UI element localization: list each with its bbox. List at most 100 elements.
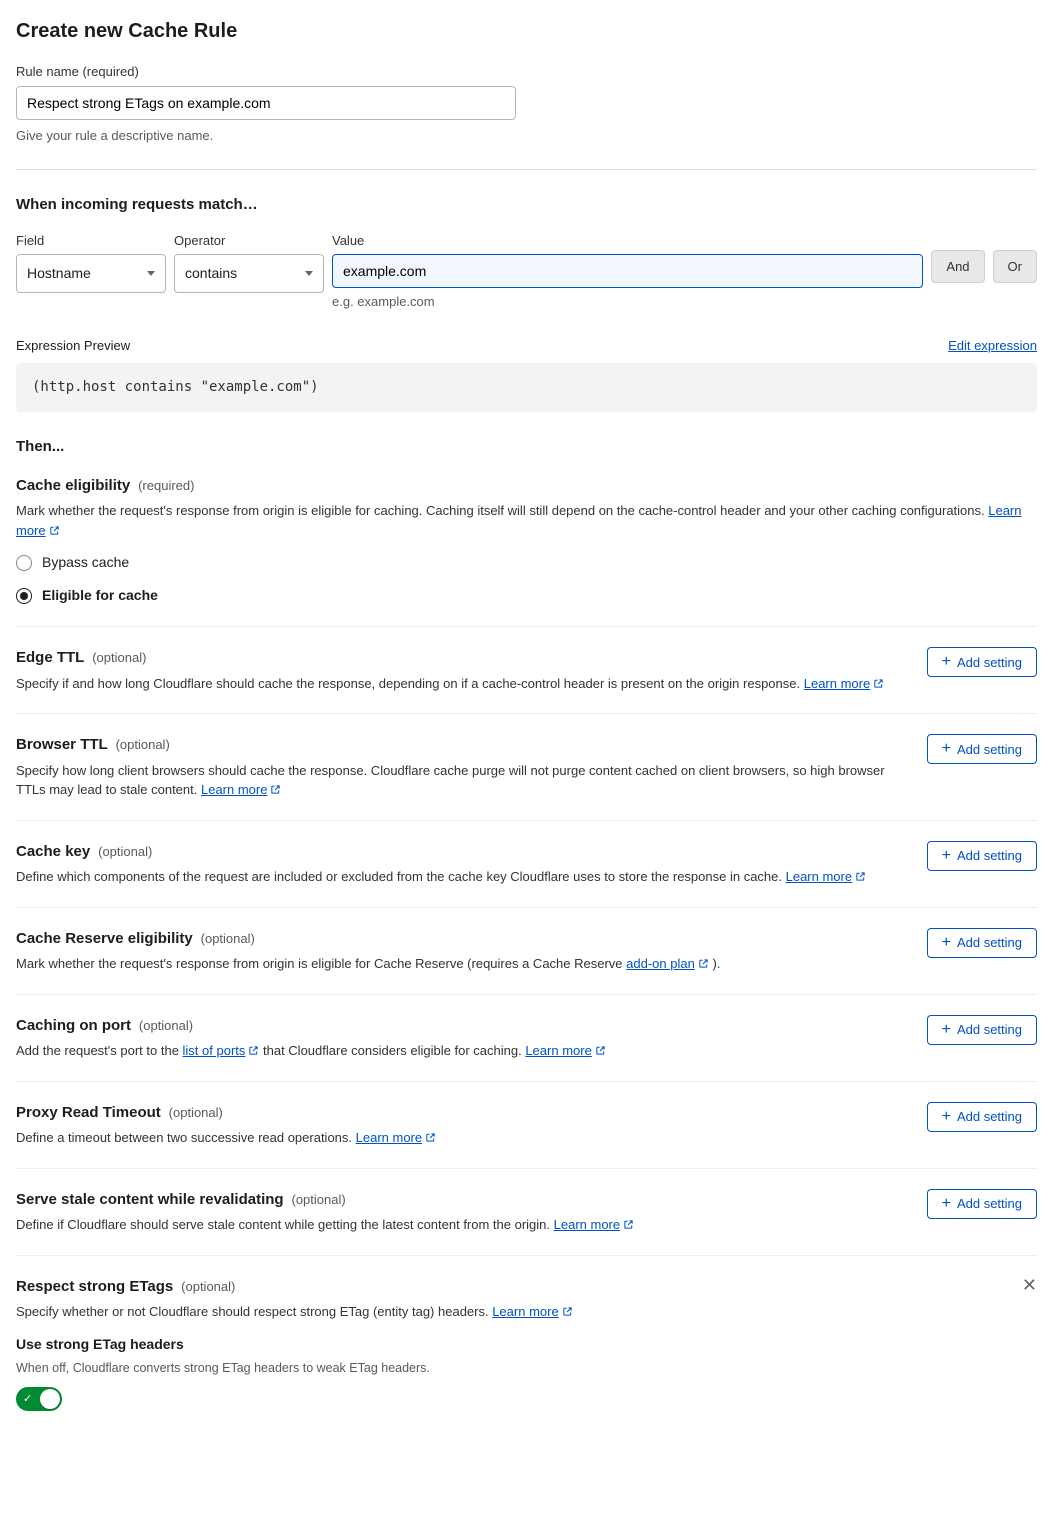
add-setting-button[interactable]: +Add setting: [927, 1102, 1037, 1132]
divider: [16, 626, 1037, 627]
browser-ttl-title: Browser TTL: [16, 736, 108, 753]
serve-stale-desc: Define if Cloudflare should serve stale …: [16, 1215, 911, 1235]
serve-stale-title: Serve stale content while revalidating: [16, 1191, 284, 1208]
divider: [16, 713, 1037, 714]
browser-ttl-desc: Specify how long client browsers should …: [16, 761, 911, 800]
match-heading: When incoming requests match…: [16, 194, 1037, 217]
add-setting-button[interactable]: +Add setting: [927, 841, 1037, 871]
edge-ttl-desc: Specify if and how long Cloudflare shoul…: [16, 674, 911, 694]
learn-more-link[interactable]: Learn more: [554, 1217, 634, 1232]
and-button[interactable]: And: [931, 250, 984, 283]
plus-icon: +: [942, 1022, 951, 1038]
radio-icon: [16, 588, 32, 604]
learn-more-link[interactable]: Learn more: [525, 1043, 605, 1058]
page-title: Create new Cache Rule: [16, 16, 1037, 46]
external-link-icon: [49, 525, 60, 536]
operator-select-value: contains: [185, 263, 237, 284]
edge-ttl-tag: (optional): [92, 650, 146, 665]
caching-port-tag: (optional): [139, 1018, 193, 1033]
learn-more-link[interactable]: Learn more: [201, 782, 281, 797]
proxy-timeout-tag: (optional): [169, 1105, 223, 1120]
radio-icon: [16, 555, 32, 571]
edge-ttl-title: Edge TTL: [16, 649, 84, 666]
bypass-cache-radio[interactable]: Bypass cache: [16, 552, 1037, 573]
bypass-cache-label: Bypass cache: [42, 552, 129, 573]
addon-plan-link[interactable]: add-on plan: [626, 956, 709, 971]
etag-toggle-label: Use strong ETag headers: [16, 1334, 1037, 1355]
caching-port-desc: Add the request's port to the list of po…: [16, 1041, 911, 1061]
rule-name-input[interactable]: [16, 86, 516, 120]
rule-name-label: Rule name (required): [16, 62, 516, 82]
etag-toggle-desc: When off, Cloudflare converts strong ETa…: [16, 1359, 1037, 1378]
divider: [16, 1168, 1037, 1169]
cache-eligibility-title: Cache eligibility: [16, 477, 130, 494]
respect-etags-desc: Specify whether or not Cloudflare should…: [16, 1302, 1006, 1322]
value-helper: e.g. example.com: [332, 292, 923, 312]
plus-icon: +: [942, 848, 951, 864]
operator-label: Operator: [174, 231, 324, 251]
cache-reserve-tag: (optional): [201, 931, 255, 946]
cache-eligibility-desc: Mark whether the request's response from…: [16, 501, 1037, 540]
external-link-icon: [623, 1219, 634, 1230]
expression-code: (http.host contains "example.com"): [16, 363, 1037, 412]
add-setting-button[interactable]: +Add setting: [927, 734, 1037, 764]
field-select-value: Hostname: [27, 263, 91, 284]
chevron-down-icon: [305, 271, 313, 276]
cache-reserve-title: Cache Reserve eligibility: [16, 930, 193, 947]
eligible-cache-radio[interactable]: Eligible for cache: [16, 585, 1037, 606]
divider: [16, 169, 1037, 170]
learn-more-link[interactable]: Learn more: [356, 1130, 436, 1145]
cache-reserve-desc: Mark whether the request's response from…: [16, 954, 911, 974]
value-input[interactable]: [332, 254, 923, 288]
learn-more-link[interactable]: Learn more: [804, 676, 884, 691]
learn-more-link[interactable]: Learn more: [492, 1304, 572, 1319]
etag-toggle[interactable]: ✓: [16, 1387, 62, 1411]
plus-icon: +: [942, 1196, 951, 1212]
external-link-icon: [873, 678, 884, 689]
cache-key-desc: Define which components of the request a…: [16, 867, 911, 887]
edit-expression-link[interactable]: Edit expression: [948, 336, 1037, 356]
field-label: Field: [16, 231, 166, 251]
plus-icon: +: [942, 935, 951, 951]
divider: [16, 907, 1037, 908]
external-link-icon: [248, 1045, 259, 1056]
divider: [16, 994, 1037, 995]
learn-more-link[interactable]: Learn more: [786, 869, 866, 884]
add-setting-button[interactable]: +Add setting: [927, 647, 1037, 677]
external-link-icon: [855, 871, 866, 882]
operator-select[interactable]: contains: [174, 254, 324, 293]
external-link-icon: [562, 1306, 573, 1317]
rule-name-helper: Give your rule a descriptive name.: [16, 126, 1037, 146]
external-link-icon: [425, 1132, 436, 1143]
or-button[interactable]: Or: [993, 250, 1037, 283]
external-link-icon: [698, 958, 709, 969]
proxy-timeout-desc: Define a timeout between two successive …: [16, 1128, 911, 1148]
close-icon[interactable]: ✕: [1022, 1276, 1037, 1294]
browser-ttl-tag: (optional): [116, 737, 170, 752]
cache-key-title: Cache key: [16, 843, 90, 860]
proxy-timeout-title: Proxy Read Timeout: [16, 1104, 161, 1121]
add-setting-button[interactable]: +Add setting: [927, 928, 1037, 958]
plus-icon: +: [942, 1109, 951, 1125]
value-label: Value: [332, 231, 923, 251]
toggle-knob: [40, 1389, 60, 1409]
eligible-cache-label: Eligible for cache: [42, 585, 158, 606]
serve-stale-tag: (optional): [291, 1192, 345, 1207]
add-setting-button[interactable]: +Add setting: [927, 1189, 1037, 1219]
respect-etags-title: Respect strong ETags: [16, 1278, 173, 1295]
field-select[interactable]: Hostname: [16, 254, 166, 293]
divider: [16, 820, 1037, 821]
divider: [16, 1081, 1037, 1082]
list-of-ports-link[interactable]: list of ports: [183, 1043, 260, 1058]
caching-port-title: Caching on port: [16, 1017, 131, 1034]
divider: [16, 1255, 1037, 1256]
add-setting-button[interactable]: +Add setting: [927, 1015, 1037, 1045]
external-link-icon: [270, 784, 281, 795]
cache-key-tag: (optional): [98, 844, 152, 859]
plus-icon: +: [942, 654, 951, 670]
plus-icon: +: [942, 741, 951, 757]
cache-eligibility-tag: (required): [138, 478, 194, 493]
check-icon: ✓: [23, 1391, 32, 1408]
respect-etags-tag: (optional): [181, 1279, 235, 1294]
external-link-icon: [595, 1045, 606, 1056]
